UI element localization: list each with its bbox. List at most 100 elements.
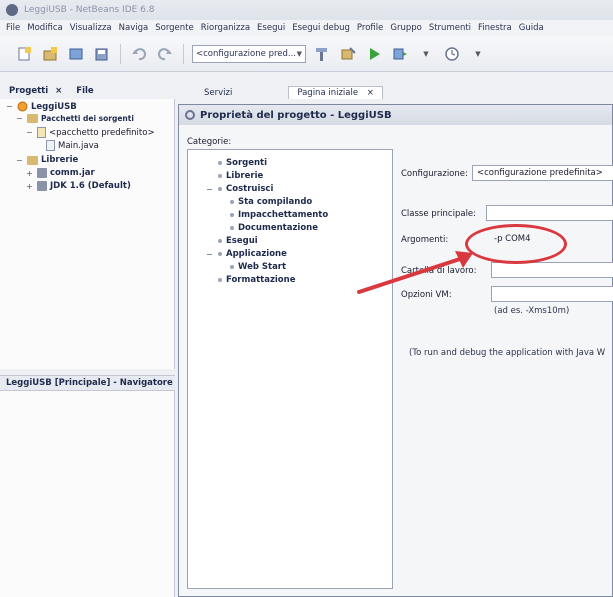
collapse-icon[interactable]: − xyxy=(206,250,214,259)
menu-file[interactable]: File xyxy=(6,23,20,33)
tree-node-label: Librerie xyxy=(41,155,79,165)
tab-progetti[interactable]: Progetti xyxy=(6,86,51,96)
redo-button[interactable] xyxy=(155,44,175,64)
menu-visualizza[interactable]: Visualizza xyxy=(70,23,112,33)
tab-close-icon[interactable]: × xyxy=(367,88,374,98)
navigator-header: LeggiUSB [Principale] - Navigatore xyxy=(0,375,175,391)
collapse-icon[interactable]: − xyxy=(26,128,34,137)
opzioni-vm-hint: (ad es. -Xms10m) xyxy=(494,306,570,316)
tree-node-default-package[interactable]: − <pacchetto predefinito> xyxy=(26,127,155,138)
tree-node-source-packages[interactable]: − Pacchetti dei sorgenti xyxy=(16,114,134,123)
collapse-icon[interactable]: − xyxy=(206,185,214,194)
category-documentazione[interactable]: Documentazione xyxy=(230,223,318,233)
profile-dropdown-button[interactable]: ▼ xyxy=(468,44,488,64)
jar-icon xyxy=(37,168,47,178)
menu-modifica[interactable]: Modifica xyxy=(27,23,63,33)
new-project-icon xyxy=(43,46,57,60)
redo-icon xyxy=(158,47,172,60)
bullet-icon xyxy=(230,265,234,269)
expand-icon[interactable]: + xyxy=(26,169,34,178)
bullet-icon xyxy=(230,226,234,230)
clean-build-button[interactable] xyxy=(338,44,358,64)
menu-gruppo[interactable]: Gruppo xyxy=(390,23,421,33)
menu-esegui[interactable]: Esegui xyxy=(257,23,285,33)
debug-dropdown-button[interactable]: ▼ xyxy=(416,44,436,64)
profile-button[interactable] xyxy=(442,44,462,64)
tree-node-libraries[interactable]: − Librerie xyxy=(16,155,78,165)
configurazione-select[interactable]: <configurazione predefinita> xyxy=(472,165,613,181)
category-costruisci[interactable]: − Costruisci xyxy=(206,184,273,194)
undo-button[interactable] xyxy=(129,44,149,64)
main-toolbar: <configurazione pred... ▼ ▼ ▼ xyxy=(0,36,613,72)
menu-finestra[interactable]: Finestra xyxy=(478,23,512,33)
run-debug-hint: (To run and debug the application with J… xyxy=(409,348,606,358)
menu-riorganizza[interactable]: Riorganizza xyxy=(201,23,250,33)
category-formattazione[interactable]: Formattazione xyxy=(218,275,295,285)
category-label: Esegui xyxy=(226,236,258,246)
category-applicazione[interactable]: − Applicazione xyxy=(206,249,287,259)
menu-strumenti[interactable]: Strumenti xyxy=(429,23,471,33)
category-librerie[interactable]: Librerie xyxy=(218,171,263,181)
hammer-icon xyxy=(316,47,327,61)
bullet-icon xyxy=(218,252,222,256)
debug-button[interactable] xyxy=(390,44,410,64)
menu-naviga[interactable]: Naviga xyxy=(119,23,149,33)
tree-node-label: <pacchetto predefinito> xyxy=(49,127,155,138)
run-button[interactable] xyxy=(364,44,384,64)
opzioni-vm-field[interactable] xyxy=(491,286,613,302)
menu-profile[interactable]: Profile xyxy=(357,23,383,33)
category-label: Documentazione xyxy=(238,223,318,233)
tab-file[interactable]: File xyxy=(76,86,93,96)
category-web-start[interactable]: Web Start xyxy=(230,262,286,272)
category-label: Librerie xyxy=(226,171,264,181)
new-file-icon xyxy=(18,46,31,60)
menu-esegui-debug[interactable]: Esegui debug xyxy=(292,23,350,33)
tree-node-label: comm.jar xyxy=(50,168,95,178)
category-esegui[interactable]: Esegui xyxy=(218,236,258,246)
open-project-button[interactable] xyxy=(66,44,86,64)
chevron-down-icon: ▼ xyxy=(475,49,481,58)
tree-node-comm-jar[interactable]: + comm.jar xyxy=(26,168,95,178)
tree-node-leggiusb[interactable]: − LeggiUSB xyxy=(6,101,77,112)
category-sorgenti[interactable]: Sorgenti xyxy=(218,158,267,168)
netbeans-dialog-icon xyxy=(185,110,195,120)
category-sta-compilando[interactable]: Sta compilando xyxy=(230,197,312,207)
tab-servizi[interactable]: Servizi xyxy=(196,87,240,99)
category-label: Costruisci xyxy=(226,184,274,194)
collapse-icon[interactable]: − xyxy=(16,114,24,123)
menu-guida[interactable]: Guida xyxy=(519,23,544,33)
classe-principale-field[interactable] xyxy=(486,205,613,221)
projects-panel: − LeggiUSB − Pacchetti dei sorgenti − <p… xyxy=(0,99,175,369)
save-all-icon xyxy=(95,48,108,60)
dialog-title-bar: Proprietà del progetto - LeggiUSB xyxy=(179,105,612,125)
tree-node-jdk[interactable]: + JDK 1.6 (Default) xyxy=(26,181,131,191)
configuration-select[interactable]: <configurazione pred... ▼ xyxy=(192,44,306,63)
profile-clock-icon xyxy=(445,46,459,61)
save-all-button[interactable] xyxy=(92,44,112,64)
tree-node-label: Pacchetti dei sorgenti xyxy=(41,114,134,123)
tab-label: Pagina iniziale xyxy=(297,88,359,98)
tab-pagina-iniziale[interactable]: Pagina iniziale × xyxy=(288,86,383,99)
chevron-down-icon: ▼ xyxy=(423,49,429,58)
categories-tree: Sorgenti Librerie − Costruisci Sta compi… xyxy=(187,149,393,589)
menu-sorgente[interactable]: Sorgente xyxy=(155,23,194,33)
navigator-panel xyxy=(0,391,175,597)
clean-build-icon xyxy=(341,46,356,59)
category-label: Sta compilando xyxy=(238,197,313,207)
bullet-icon xyxy=(230,213,234,217)
tab-close-icon[interactable]: × xyxy=(55,86,62,96)
collapse-icon[interactable]: − xyxy=(6,102,14,111)
collapse-icon[interactable]: − xyxy=(16,156,24,165)
category-impacchettamento[interactable]: Impacchettamento xyxy=(230,210,328,220)
package-icon xyxy=(37,127,46,138)
menu-bar: File Modifica Visualizza Naviga Sorgente… xyxy=(0,20,613,36)
cartella-di-lavoro-field[interactable] xyxy=(491,262,613,278)
configuration-select-value: <configurazione pred... xyxy=(196,48,296,59)
build-button[interactable] xyxy=(312,44,332,64)
new-project-button[interactable] xyxy=(40,44,60,64)
new-file-button[interactable] xyxy=(14,44,34,64)
tree-node-label: Main.java xyxy=(58,140,99,151)
bullet-icon xyxy=(218,239,222,243)
tree-node-main-java[interactable]: Main.java xyxy=(46,140,99,151)
expand-icon[interactable]: + xyxy=(26,182,34,191)
